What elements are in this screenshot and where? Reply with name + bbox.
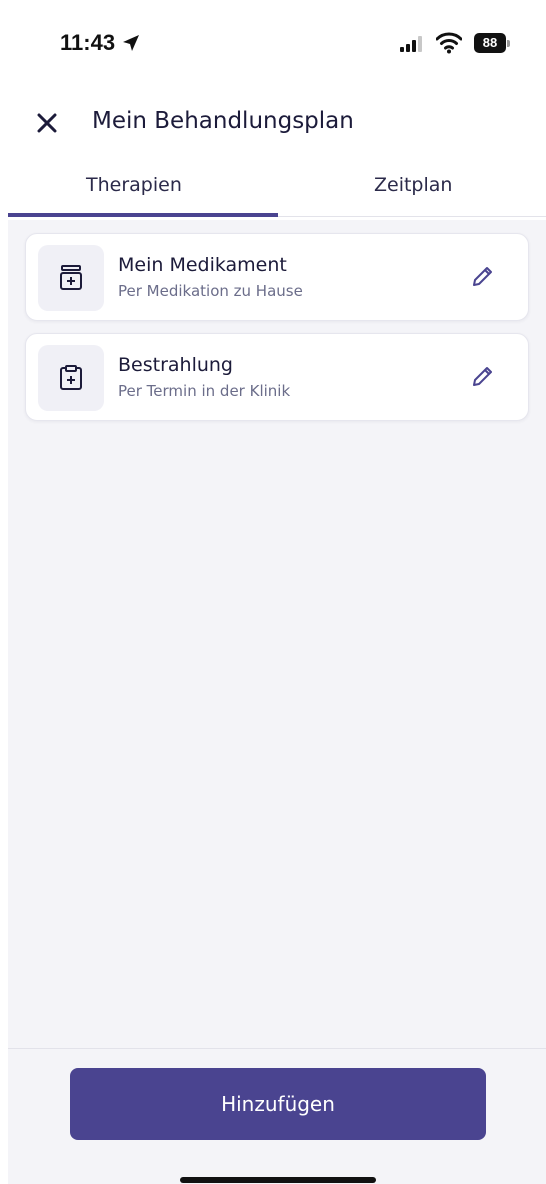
page-title: Mein Behandlungsplan — [92, 108, 354, 134]
bottom-bar: Hinzufügen — [8, 1048, 546, 1184]
location-arrow-icon — [123, 35, 139, 51]
header: Mein Behandlungsplan — [8, 100, 546, 150]
therapy-card-bestrahlung[interactable]: Bestrahlung Per Termin in der Klinik — [25, 333, 529, 421]
therapy-icon-box — [38, 345, 104, 411]
cellular-signal-icon — [400, 36, 422, 52]
therapy-subtitle: Per Medikation zu Hause — [118, 282, 303, 300]
battery-level: 88 — [474, 33, 506, 53]
home-indicator[interactable] — [180, 1177, 376, 1183]
battery-icon: 88 — [474, 33, 510, 53]
therapy-icon-box — [38, 245, 104, 311]
therapy-title: Mein Medikament — [118, 254, 287, 276]
therapy-title: Bestrahlung — [118, 354, 233, 376]
tab-zeitplan[interactable]: Zeitplan — [374, 174, 452, 196]
tab-therapien[interactable]: Therapien — [86, 174, 182, 196]
status-time: 11:43 — [60, 30, 116, 55]
battery-cap — [507, 40, 510, 47]
medication-icon — [60, 265, 82, 290]
therapy-card-medikament[interactable]: Mein Medikament Per Medikation zu Hause — [25, 233, 529, 321]
screen: 11:43 88 Mein Behandlungsplan Therapien — [0, 0, 546, 1184]
wifi-icon — [436, 32, 462, 54]
status-bar: 11:43 88 — [8, 0, 546, 80]
edit-pencil-icon[interactable] — [468, 363, 496, 391]
therapy-subtitle: Per Termin in der Klinik — [118, 382, 291, 400]
edit-pencil-icon[interactable] — [468, 263, 496, 291]
active-tab-indicator — [8, 213, 278, 217]
tab-bar: Therapien Zeitplan — [8, 168, 546, 220]
clipboard-medical-icon — [60, 365, 82, 390]
close-icon[interactable] — [34, 110, 60, 136]
add-button[interactable]: Hinzufügen — [70, 1068, 486, 1140]
